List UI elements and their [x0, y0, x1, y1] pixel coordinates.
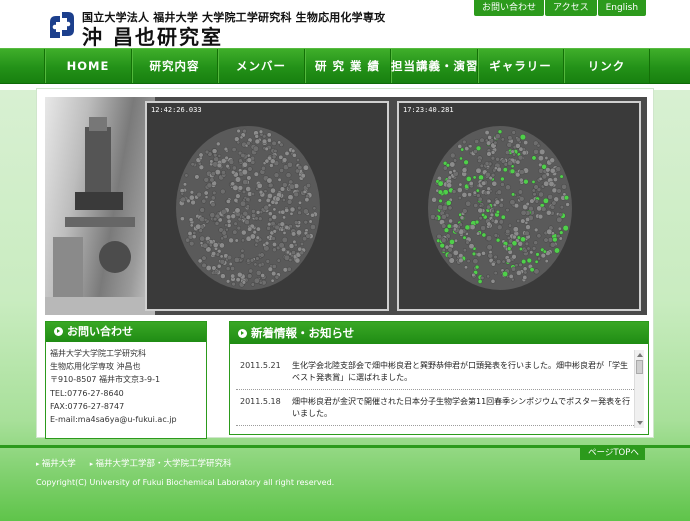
news-scrollbar[interactable]	[634, 350, 644, 428]
contact-box: お問い合わせ 福井大学大学院工学研究科 生物応用化学専攻 沖昌也 〒910-85…	[45, 321, 207, 439]
nav-item-lectures[interactable]: 担当講義・演習	[391, 49, 478, 83]
microscope-photo	[45, 97, 155, 315]
news-box: 新着情報・お知らせ 2011.5.21 生化学会北陸支部会で畑中彬良君と巽野恭伸…	[229, 321, 649, 435]
footer-link-university[interactable]: 福井大学	[36, 457, 76, 469]
news-date: 2011.5.21	[240, 361, 281, 370]
main-navigation: HOME 研究内容 メンバー 研 究 業 績 担当講義・演習 ギャラリー リンク	[0, 48, 690, 84]
nav-list: HOME 研究内容 メンバー 研 究 業 績 担当講義・演習 ギャラリー リンク	[44, 49, 650, 83]
cell-image-early: 12:42:26.033	[145, 101, 389, 311]
nav-item-links[interactable]: リンク	[564, 49, 650, 83]
cell-image-late: 17:23:40.281	[397, 101, 641, 311]
timestamp-early: 12:42:26.033	[151, 106, 202, 114]
contact-line: FAX:0776-27-8747	[50, 401, 125, 411]
utility-links: お問い合わせ アクセス English	[474, 0, 647, 16]
news-list: 2011.5.21 生化学会北陸支部会で畑中彬良君と巽野恭伸君が口頭発表を行いま…	[236, 354, 634, 426]
news-text: 畑中彬良君が金沢で開催された日本分子生物学会第11回春季シンポジウムでポスター発…	[292, 397, 631, 418]
util-link-contact[interactable]: お問い合わせ	[474, 0, 545, 16]
news-item: 2011.5.18 畑中彬良君が金沢で開催された日本分子生物学会第11回春季シン…	[236, 390, 634, 426]
news-box-title: 新着情報・お知らせ	[230, 322, 648, 344]
scroll-thumb[interactable]	[636, 360, 643, 374]
contact-details: 福井大学大学院工学研究科 生物応用化学専攻 沖昌也 〒910-8507 福井市文…	[46, 342, 206, 426]
hero-image: 12:42:26.033 17:23:40.281	[45, 97, 647, 315]
contact-box-title: お問い合わせ	[46, 322, 206, 342]
contact-line: 〒910-8507 福井市文京3-9-1	[50, 375, 161, 385]
page-top-button[interactable]: ページTOPへ	[580, 446, 645, 460]
nav-item-members[interactable]: メンバー	[218, 49, 305, 83]
news-item: 2011.5.21 生化学会北陸支部会で畑中彬良君と巽野恭伸君が口頭発表を行いま…	[236, 354, 634, 390]
nav-item-research[interactable]: 研究内容	[132, 49, 218, 83]
site-header: 国立大学法人 福井大学 大学院工学研究科 生物応用化学専攻 沖 昌也研究室 お問…	[0, 0, 690, 50]
util-link-english[interactable]: English	[597, 0, 647, 16]
scroll-up-icon[interactable]	[637, 353, 643, 357]
contact-email[interactable]: E-mail:ma4sa6ya@u-fukui.ac.jp	[50, 413, 206, 426]
contact-line: 福井大学大学院工学研究科	[50, 349, 146, 358]
lab-name-title[interactable]: 沖 昌也研究室	[82, 21, 223, 50]
nav-item-publications[interactable]: 研 究 業 績	[305, 49, 391, 83]
contact-title-label: お問い合わせ	[67, 325, 133, 338]
content-panel: 12:42:26.033 17:23:40.281 お問い合わせ 福井大学大学院…	[36, 88, 654, 439]
footer-link-engineering[interactable]: 福井大学工学部・大学院工学研究科	[90, 457, 232, 469]
timestamp-late: 17:23:40.281	[403, 106, 454, 114]
nav-item-gallery[interactable]: ギャラリー	[478, 49, 564, 83]
university-logo-icon[interactable]	[46, 8, 76, 42]
util-link-access[interactable]: アクセス	[545, 0, 597, 16]
footer-links: 福井大学 福井大学工学部・大学院工学研究科	[36, 457, 246, 469]
copyright-text: Copyright(C) University of Fukui Biochem…	[36, 478, 335, 487]
contact-line: TEL:0776-27-8640	[50, 388, 124, 398]
bullet-arrow-icon	[238, 329, 247, 338]
contact-line: 生物応用化学専攻 沖昌也	[50, 362, 141, 372]
scroll-down-icon[interactable]	[637, 421, 643, 425]
news-title-label: 新着情報・お知らせ	[251, 326, 355, 340]
cell-colony-early	[176, 126, 320, 290]
news-date: 2011.5.18	[240, 397, 281, 406]
news-text: 生化学会北陸支部会で畑中彬良君と巽野恭伸君が口頭発表を行いました。畑中彬良君が「…	[292, 361, 628, 382]
bullet-arrow-icon	[54, 327, 63, 336]
nav-item-home[interactable]: HOME	[45, 49, 132, 83]
microscope-icon	[45, 117, 155, 315]
cell-colony-late	[428, 126, 572, 290]
